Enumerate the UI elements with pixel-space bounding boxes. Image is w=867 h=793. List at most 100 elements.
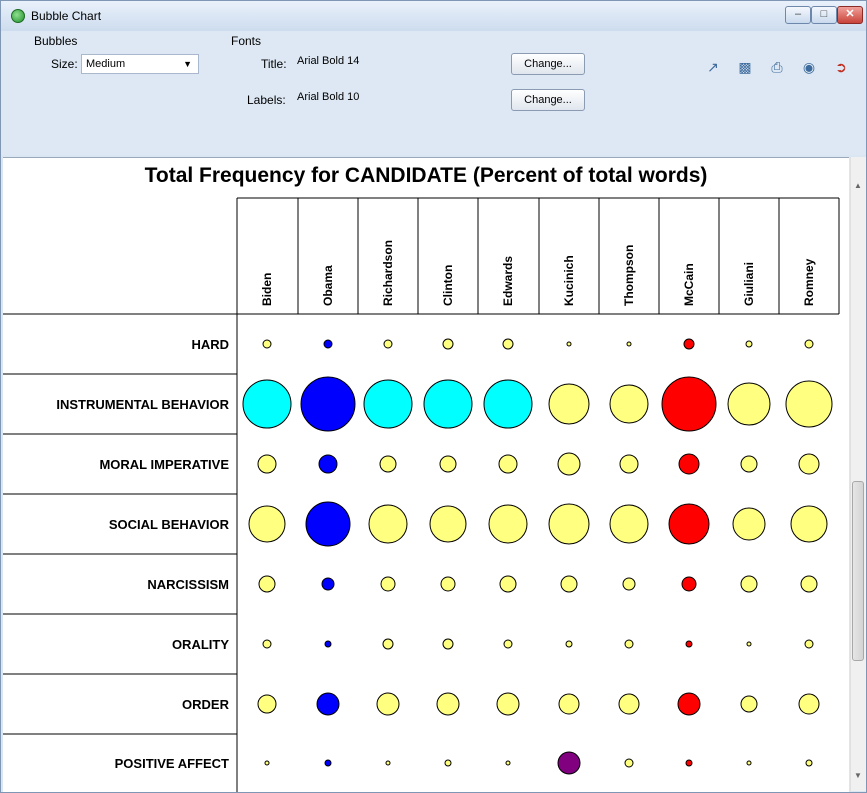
bubble bbox=[790, 505, 828, 543]
bubble bbox=[363, 379, 413, 429]
bubble bbox=[423, 379, 473, 429]
exit-icon[interactable]: ➲ bbox=[831, 57, 851, 77]
settings-toolbar: Bubbles Size: Medium ▼ Fonts Title: Aria… bbox=[1, 31, 866, 155]
bubble bbox=[548, 383, 590, 425]
bubble bbox=[382, 638, 394, 650]
bubble bbox=[727, 382, 771, 426]
bubble bbox=[385, 760, 391, 766]
bubble bbox=[305, 501, 351, 547]
title-bar[interactable]: Bubble Chart – □ ✕ bbox=[1, 1, 866, 31]
column-label: Biden bbox=[260, 273, 274, 306]
bubble bbox=[622, 577, 636, 591]
bubble bbox=[618, 693, 640, 715]
labels-font-label: Labels: bbox=[247, 93, 286, 107]
column-label: Romney bbox=[802, 258, 816, 306]
bubble bbox=[379, 455, 397, 473]
column-label: Clinton bbox=[441, 265, 455, 306]
bubble bbox=[798, 453, 820, 475]
column-label: Giuliani bbox=[742, 262, 756, 306]
bubble bbox=[436, 692, 460, 716]
bubble bbox=[368, 504, 408, 544]
bubble bbox=[499, 575, 517, 593]
bubble bbox=[740, 455, 758, 473]
bubble bbox=[624, 639, 634, 649]
bubble bbox=[316, 692, 340, 716]
column-label: Kucinich bbox=[562, 255, 576, 306]
print-icon[interactable]: ⎙ bbox=[767, 57, 787, 77]
fonts-group-label: Fonts bbox=[231, 34, 262, 48]
bubble-chart: Biden Obama Richardson Clinton Edwards Kucini… bbox=[3, 197, 840, 792]
bubble bbox=[444, 759, 452, 767]
row-label: SOCIAL BEHAVIOR bbox=[109, 517, 230, 532]
bubble bbox=[242, 379, 292, 429]
bubble bbox=[440, 576, 456, 592]
bubble bbox=[429, 505, 467, 543]
bubble bbox=[442, 338, 454, 350]
close-button[interactable]: ✕ bbox=[837, 6, 863, 24]
bubble bbox=[548, 503, 590, 545]
maximize-button[interactable]: □ bbox=[811, 6, 837, 24]
bubble bbox=[262, 339, 272, 349]
bubble bbox=[685, 759, 693, 767]
bubble bbox=[318, 454, 338, 474]
bubble bbox=[503, 639, 513, 649]
row-label: MORAL IMPERATIVE bbox=[99, 457, 229, 472]
bubble bbox=[626, 341, 632, 347]
chevron-down-icon: ▼ bbox=[183, 59, 192, 69]
row-label: POSITIVE AFFECT bbox=[115, 756, 229, 771]
bubble bbox=[383, 339, 393, 349]
bubble bbox=[805, 759, 813, 767]
bubbles-group-label: Bubbles bbox=[34, 34, 78, 48]
column-label: McCain bbox=[682, 263, 696, 306]
window-title: Bubble Chart bbox=[31, 9, 102, 23]
bubble bbox=[804, 639, 814, 649]
bubble bbox=[681, 576, 697, 592]
bubble bbox=[624, 758, 634, 768]
bubble bbox=[740, 575, 758, 593]
bubble bbox=[324, 759, 332, 767]
bubble bbox=[740, 695, 758, 713]
bubble bbox=[746, 760, 752, 766]
change-labels-font-button[interactable]: Change... bbox=[511, 89, 585, 111]
bubble bbox=[264, 760, 270, 766]
bubble bbox=[483, 379, 533, 429]
bubble bbox=[732, 507, 766, 541]
save-icon[interactable]: ▩ bbox=[735, 57, 755, 77]
bubble bbox=[746, 641, 752, 647]
camera-icon[interactable]: ◉ bbox=[799, 57, 819, 77]
row-label: INSTRUMENTAL BEHAVIOR bbox=[56, 397, 229, 412]
title-font-field: Arial Bold 14 bbox=[297, 55, 360, 67]
bubble bbox=[321, 577, 335, 591]
column-label: Richardson bbox=[381, 240, 395, 306]
bubble bbox=[668, 503, 710, 545]
bubble-chart-window: Bubble Chart – □ ✕ Bubbles Size: Medium … bbox=[0, 0, 867, 793]
bubble bbox=[609, 504, 649, 544]
bubble bbox=[380, 576, 396, 592]
bubble bbox=[488, 504, 528, 544]
bubble bbox=[376, 692, 400, 716]
bubble bbox=[498, 454, 518, 474]
bubble bbox=[678, 453, 700, 475]
scroll-down-icon[interactable]: ▼ bbox=[854, 771, 862, 780]
title-font-label: Title: bbox=[261, 57, 287, 71]
bubble bbox=[785, 380, 833, 428]
bubble bbox=[804, 339, 814, 349]
bubble bbox=[300, 376, 356, 432]
column-label: Obama bbox=[321, 265, 335, 306]
bubble bbox=[565, 640, 573, 648]
minimize-button[interactable]: – bbox=[785, 6, 811, 24]
bubble bbox=[323, 339, 333, 349]
export-icon[interactable]: ↗ bbox=[703, 57, 723, 77]
vertical-scrollbar[interactable]: ▲ ▼ bbox=[850, 157, 866, 791]
row-label: ORALITY bbox=[172, 637, 229, 652]
scroll-thumb[interactable] bbox=[852, 481, 864, 661]
bubble bbox=[677, 692, 701, 716]
bubble bbox=[560, 575, 578, 593]
bubble bbox=[558, 693, 580, 715]
size-select[interactable]: Medium ▼ bbox=[81, 54, 199, 74]
scroll-up-icon[interactable]: ▲ bbox=[854, 181, 862, 190]
bubble bbox=[745, 340, 753, 348]
bubble bbox=[262, 639, 272, 649]
change-title-font-button[interactable]: Change... bbox=[511, 53, 585, 75]
bubble bbox=[257, 694, 277, 714]
